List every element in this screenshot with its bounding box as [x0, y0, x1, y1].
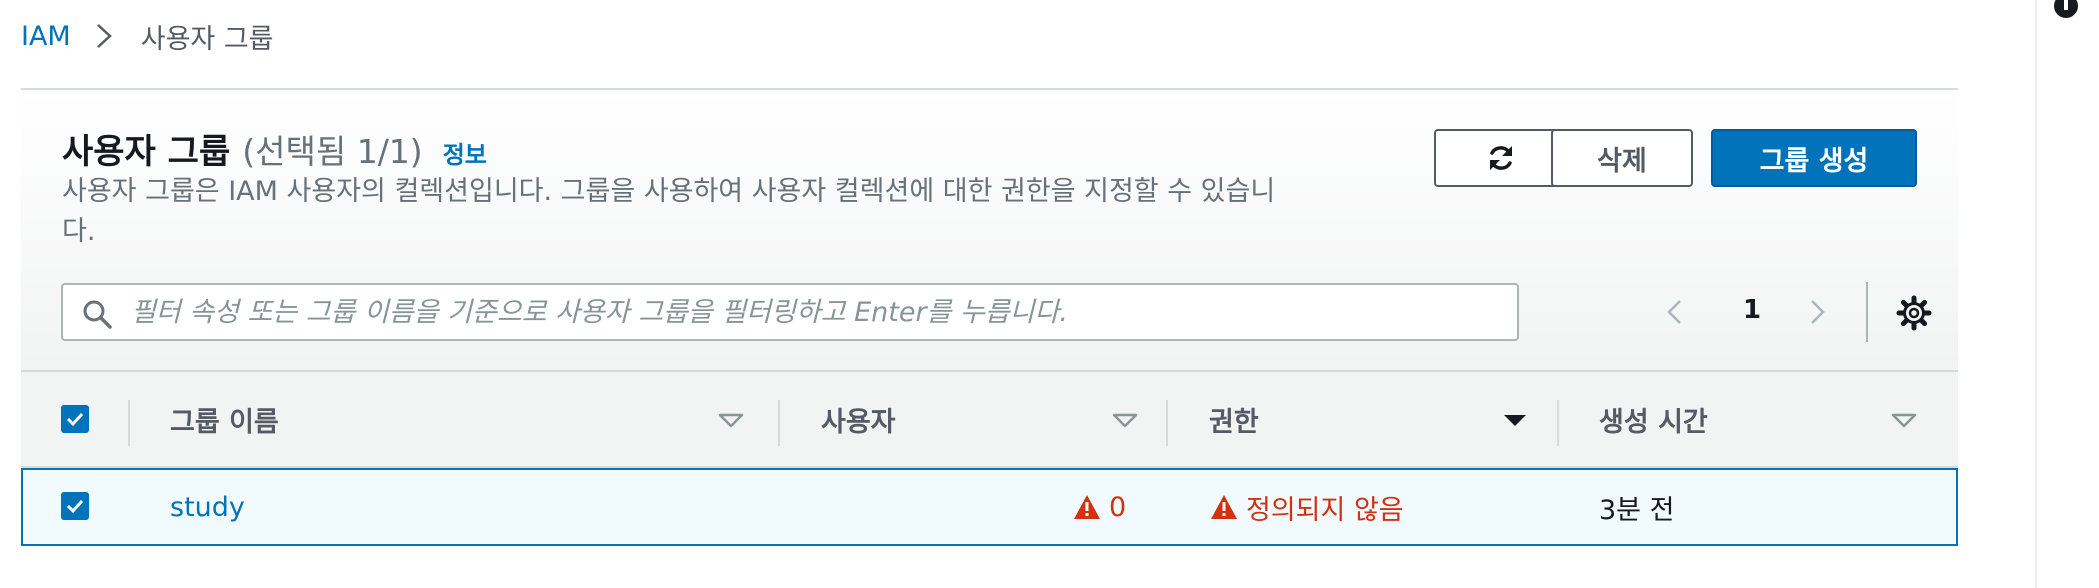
- warning-icon: [1211, 495, 1237, 519]
- delete-button[interactable]: 삭제: [1551, 129, 1693, 187]
- page-title: 사용자 그룹: [62, 132, 231, 172]
- user-groups-panel: 사용자 그룹 (선택됨 1/1) 정보 사용자 그룹은 IAM 사용자의 컬렉션…: [21, 88, 1958, 550]
- refresh-button[interactable]: [1434, 129, 1567, 187]
- created-time: 3분 전: [1599, 494, 1675, 526]
- checkmark-icon: [66, 499, 84, 514]
- sort-caret-icon[interactable]: [716, 405, 746, 435]
- breadcrumb-iam-link[interactable]: IAM: [21, 21, 71, 52]
- column-header-group-name[interactable]: 그룹 이름: [170, 372, 279, 466]
- gear-icon[interactable]: [1896, 295, 1932, 331]
- group-name-link[interactable]: study: [170, 470, 245, 544]
- checkmark-icon: [66, 412, 84, 427]
- help-panel-divider: [2035, 0, 2037, 588]
- title-row: 사용자 그룹 (선택됨 1/1) 정보: [62, 124, 487, 173]
- warning-icon: [1074, 495, 1100, 519]
- breadcrumb: IAM 사용자 그룹: [21, 16, 274, 56]
- row-checkbox[interactable]: [61, 492, 89, 520]
- pagination-divider: [1866, 282, 1868, 342]
- column-separator: [1557, 400, 1559, 446]
- column-separator: [128, 400, 130, 446]
- select-all-checkbox[interactable]: [61, 405, 89, 433]
- search-box: [61, 283, 1519, 341]
- search-icon: [83, 300, 112, 329]
- users-cell: 0: [1073, 470, 1126, 544]
- permissions-status: 정의되지 않음: [1246, 494, 1404, 526]
- column-separator: [778, 400, 780, 446]
- selection-count: (선택됨 1/1): [242, 132, 423, 171]
- permissions-cell: 정의되지 않음: [1210, 470, 1404, 544]
- sort-caret-filled-icon[interactable]: [1500, 405, 1530, 435]
- create-group-button[interactable]: 그룹 생성: [1711, 129, 1917, 187]
- sort-caret-icon[interactable]: [1110, 405, 1140, 435]
- breadcrumb-current: 사용자 그룹: [140, 23, 274, 55]
- column-header-created[interactable]: 생성 시간: [1599, 372, 1708, 466]
- chevron-right-icon[interactable]: [1803, 298, 1831, 326]
- chevron-right-icon: [96, 24, 112, 48]
- sort-caret-icon[interactable]: [1889, 405, 1919, 435]
- search-input[interactable]: [131, 285, 1501, 339]
- chevron-left-icon[interactable]: [1661, 298, 1689, 326]
- refresh-icon: [1489, 146, 1512, 170]
- page-description: 사용자 그룹은 IAM 사용자의 컬렉션입니다. 그룹을 사용하여 사용자 컬렉…: [62, 176, 1276, 247]
- panel-header: 사용자 그룹 (선택됨 1/1) 정보 사용자 그룹은 IAM 사용자의 컬렉션…: [21, 90, 1958, 370]
- column-header-permissions[interactable]: 권한: [1209, 372, 1259, 466]
- users-count: 0: [1109, 491, 1127, 523]
- pagination-current-page[interactable]: 1: [1737, 295, 1767, 325]
- column-header-users[interactable]: 사용자: [821, 372, 896, 466]
- info-icon[interactable]: [2053, 0, 2079, 22]
- column-separator: [1166, 400, 1168, 446]
- info-link[interactable]: 정보: [443, 135, 487, 170]
- table-row[interactable]: study 0 정의되지 않음 3분 전: [21, 468, 1958, 546]
- table-header: 그룹 이름 사용자 권한 생성 시간: [21, 370, 1958, 468]
